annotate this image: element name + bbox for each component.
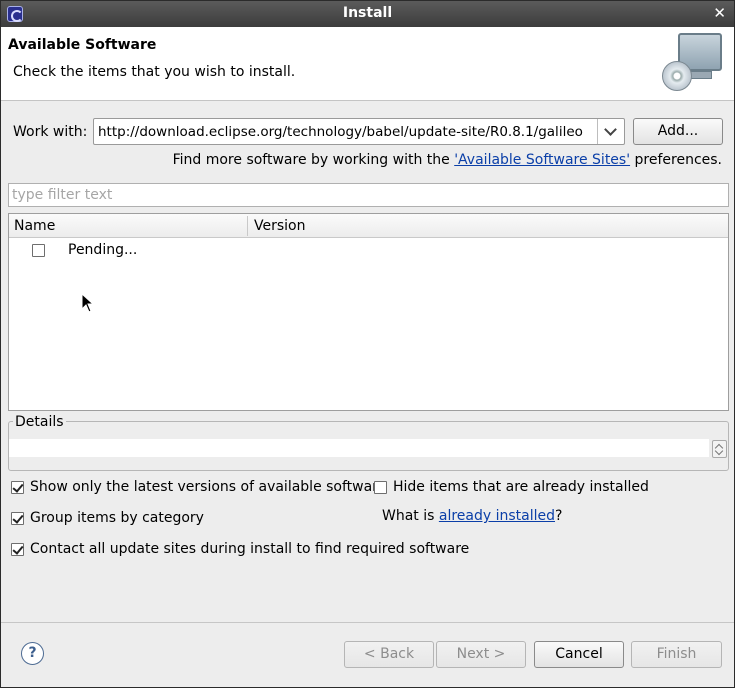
work-with-dropdown-button[interactable] (597, 119, 624, 144)
work-with-value[interactable]: http://download.eclipse.org/technology/b… (98, 124, 583, 140)
help-icon[interactable]: ? (21, 642, 44, 665)
install-dialog: Install ✕ Available Software Check the i… (0, 0, 735, 688)
title-bar: Install ✕ (1, 1, 734, 27)
work-with-combo[interactable]: http://download.eclipse.org/technology/b… (93, 118, 625, 145)
back-button[interactable]: < Back (344, 641, 434, 668)
finish-button[interactable]: Finish (631, 641, 722, 668)
next-button[interactable]: Next > (436, 641, 526, 668)
details-scrollbar[interactable] (712, 440, 727, 458)
hide-installed-checkbox[interactable] (374, 481, 387, 494)
hide-installed-label[interactable]: Hide items that are already installed (393, 479, 649, 495)
details-title: Details (13, 414, 66, 430)
already-installed-link[interactable]: already installed (439, 508, 555, 524)
what-is-installed-text: What is already installed? (382, 508, 563, 524)
table-header: Name Version (9, 214, 728, 238)
add-site-button[interactable]: Add... (633, 118, 723, 145)
window-title: Install (342, 5, 393, 21)
column-divider[interactable] (247, 216, 248, 236)
install-software-banner-icon (662, 33, 724, 91)
row-checkbox[interactable] (32, 244, 45, 257)
column-header-name[interactable]: Name (14, 218, 55, 234)
footer-divider (1, 622, 734, 623)
work-with-label: Work with: (13, 124, 88, 140)
group-by-category-label[interactable]: Group items by category (30, 510, 204, 526)
filter-input[interactable]: type filter text (8, 183, 729, 207)
mouse-cursor-icon (81, 293, 95, 313)
contact-all-sites-checkbox[interactable] (11, 543, 24, 556)
show-latest-checkbox[interactable] (11, 481, 24, 494)
column-header-version[interactable]: Version (254, 218, 305, 234)
group-by-category-checkbox[interactable] (11, 512, 24, 525)
page-description: Check the items that you wish to install… (13, 64, 296, 80)
table-row[interactable]: Pending... (9, 240, 728, 262)
cancel-button[interactable]: Cancel (534, 641, 624, 668)
filter-placeholder: type filter text (12, 187, 113, 203)
contact-all-sites-label[interactable]: Contact all update sites during install … (30, 541, 469, 557)
details-text-area[interactable] (9, 439, 709, 457)
software-table[interactable]: Name Version Pending... (8, 213, 729, 411)
chevron-down-icon (604, 123, 617, 136)
find-more-text: Find more software by working with the '… (172, 152, 722, 168)
show-latest-label[interactable]: Show only the latest versions of availab… (30, 479, 386, 495)
close-icon[interactable]: ✕ (713, 4, 726, 22)
wizard-header: Available Software Check the items that … (1, 27, 734, 101)
page-title: Available Software (8, 37, 157, 53)
available-software-sites-link[interactable]: 'Available Software Sites' (454, 152, 630, 168)
row-name: Pending... (68, 242, 138, 258)
